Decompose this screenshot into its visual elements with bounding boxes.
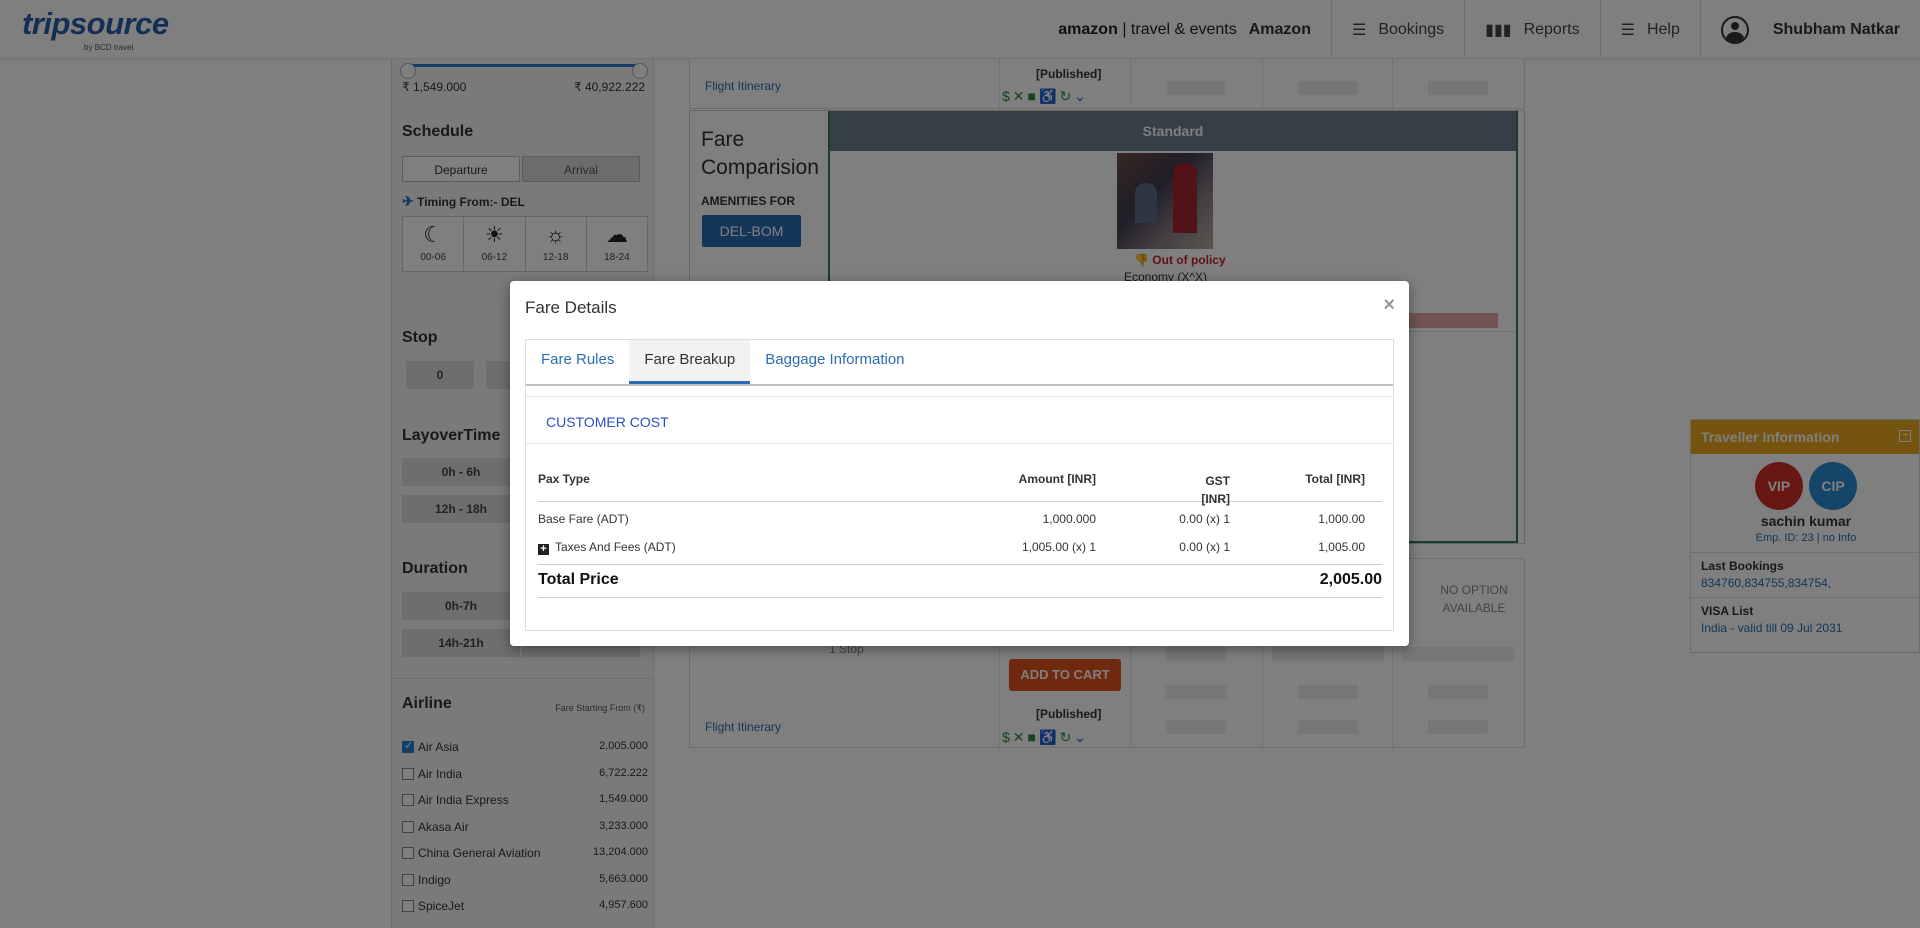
- col-total: Total [INR]: [1305, 472, 1365, 486]
- tab-fare-rules[interactable]: Fare Rules: [526, 340, 629, 384]
- close-icon[interactable]: ×: [1383, 294, 1395, 317]
- row-pax: + Taxes And Fees (ADT): [538, 540, 676, 555]
- tab-fare-breakup[interactable]: Fare Breakup: [629, 340, 751, 384]
- total-price-value: 2,005.00: [1319, 571, 1382, 588]
- row-amount: 1,000.000: [1042, 512, 1096, 526]
- row-total: 1,005.00: [1318, 540, 1365, 554]
- expand-plus-icon[interactable]: +: [538, 544, 549, 555]
- row-amount: 1,005.00 (x) 1: [1021, 540, 1096, 554]
- customer-cost-header: CUSTOMER COST: [526, 396, 1393, 444]
- modal-title: Fare Details: [525, 298, 617, 317]
- col-amount: Amount [INR]: [1018, 472, 1096, 486]
- fare-breakup-table: Pax Type Amount [INR] GST [INR] Total [IN…: [538, 456, 1382, 598]
- col-gst-line1: GST: [1205, 474, 1230, 488]
- row-gst: 0.00 (x) 1: [1179, 512, 1230, 526]
- fare-details-modal: Fare Details × Fare Rules Fare Breakup B…: [510, 281, 1409, 646]
- table-row: + Taxes And Fees (ADT) 1,005.00 (x) 1 0.0…: [538, 530, 1382, 558]
- row-total: 1,000.00: [1318, 512, 1365, 526]
- total-price-label: Total Price: [538, 571, 619, 588]
- row-pax: Base Fare (ADT): [538, 512, 629, 526]
- customer-cost-title: CUSTOMER COST: [546, 414, 669, 430]
- table-header: Pax Type Amount [INR] GST [INR] Total [IN…: [538, 456, 1382, 506]
- tab-baggage-information[interactable]: Baggage Information: [750, 340, 919, 384]
- col-pax-type: Pax Type: [538, 472, 590, 486]
- row-gst: 0.00 (x) 1: [1179, 540, 1230, 554]
- table-row: Base Fare (ADT) 1,000.000 0.00 (x) 1 1,0…: [538, 502, 1382, 530]
- total-price-row: Total Price 2,005.00: [538, 564, 1382, 598]
- row-pax-text: Taxes And Fees (ADT): [555, 540, 676, 554]
- fare-tabs: Fare Rules Fare Breakup Baggage Informat…: [526, 340, 1393, 386]
- modal-body: Fare Rules Fare Breakup Baggage Informat…: [525, 339, 1394, 631]
